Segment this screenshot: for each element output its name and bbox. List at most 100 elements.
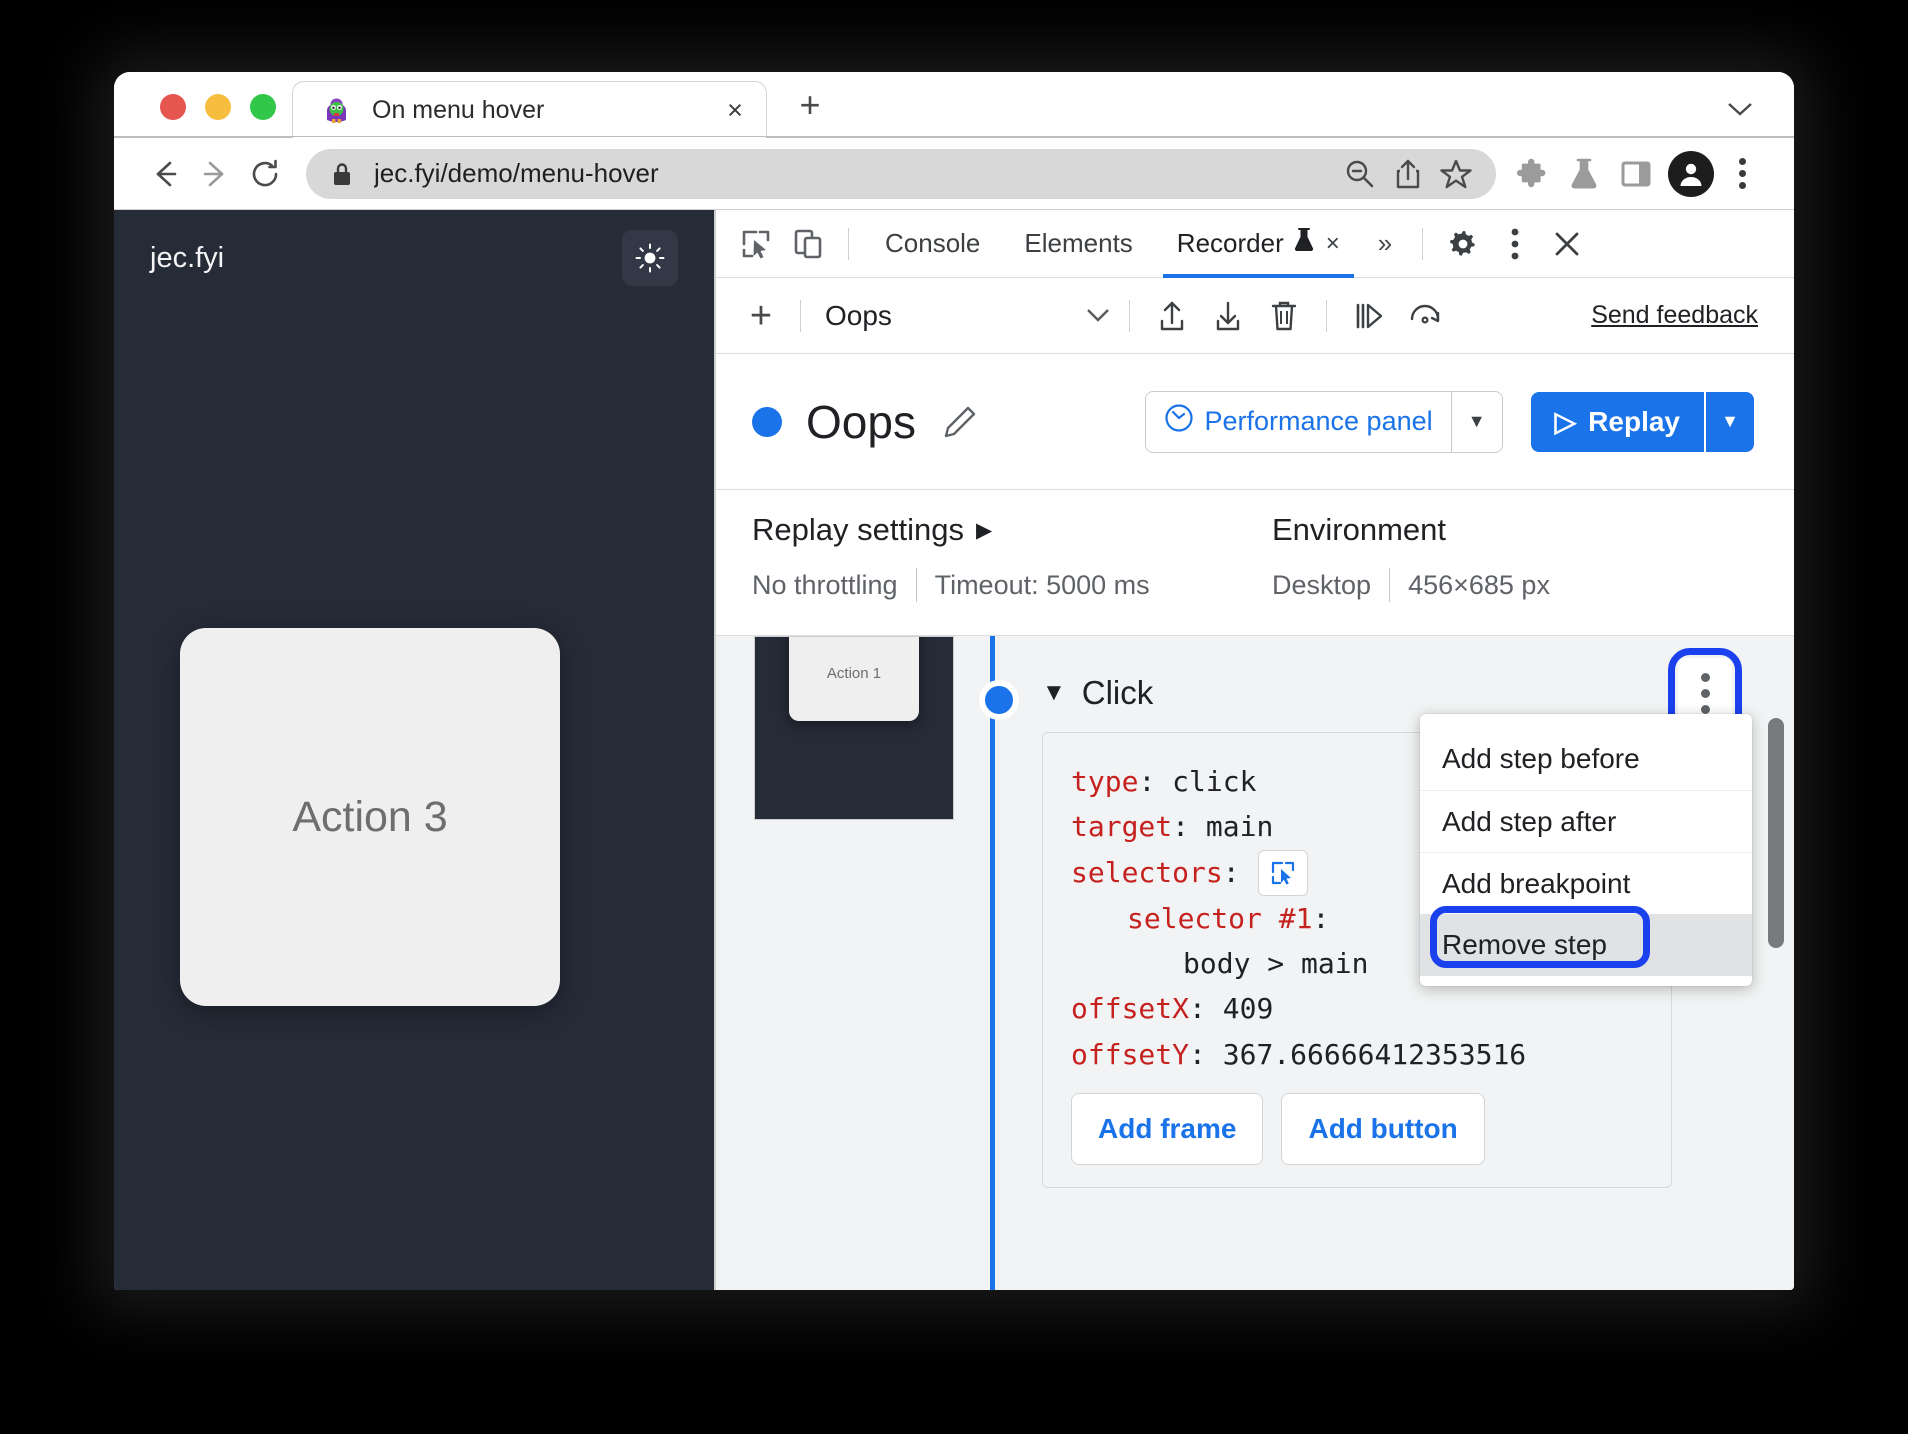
profile-avatar[interactable] xyxy=(1668,150,1714,197)
code-colon-selector1: : xyxy=(1312,901,1330,935)
share-icon[interactable] xyxy=(1384,150,1432,198)
devtools-panel: Console Elements Recorder × » + Oops Sen… xyxy=(714,210,1794,1290)
zoom-out-icon[interactable] xyxy=(1336,150,1384,198)
new-recording-button[interactable]: + xyxy=(736,291,786,341)
device-value: Desktop xyxy=(1272,569,1372,600)
timeline-step-dot[interactable] xyxy=(979,680,1019,720)
step-screenshot-thumbnail[interactable]: Action 1 xyxy=(754,636,954,820)
value-divider-2 xyxy=(1389,568,1391,602)
bookmark-star-icon[interactable] xyxy=(1432,150,1480,198)
environment-values: Desktop 456×685 px xyxy=(1272,568,1550,602)
recording-selector[interactable]: Oops xyxy=(815,300,1115,332)
reload-icon[interactable] xyxy=(240,149,290,199)
recorder-toolbar-divider-2 xyxy=(1129,299,1130,332)
back-arrow-icon[interactable] xyxy=(140,149,190,199)
replay-settings-label: Replay settings xyxy=(752,512,964,547)
recorder-toolbar-divider xyxy=(800,299,801,332)
browser-tab[interactable]: On menu hover × xyxy=(292,81,767,140)
forward-arrow-icon[interactable] xyxy=(190,149,240,199)
extensions-puzzle-icon[interactable] xyxy=(1506,148,1558,200)
inspect-element-icon[interactable] xyxy=(730,218,782,270)
menu-item-add-step-before[interactable]: Add step before xyxy=(1420,728,1752,790)
code-key-selectors: selectors xyxy=(1071,856,1223,890)
export-icon[interactable] xyxy=(1144,290,1200,342)
code-key-offsetx: offsetX xyxy=(1071,992,1190,1026)
menu-item-add-breakpoint[interactable]: Add breakpoint xyxy=(1420,852,1752,914)
recording-status-dot xyxy=(752,406,782,437)
code-key-offsety: offsetY xyxy=(1071,1037,1190,1071)
step-header[interactable]: ▼ Click xyxy=(1018,636,1774,712)
close-window-button[interactable] xyxy=(160,94,186,120)
import-icon[interactable] xyxy=(1200,290,1256,342)
performance-panel-button[interactable]: Performance panel xyxy=(1146,392,1450,452)
menu-item-remove-step[interactable]: Remove step xyxy=(1420,914,1752,976)
add-frame-button[interactable]: Add frame xyxy=(1071,1093,1264,1165)
sun-icon[interactable] xyxy=(622,230,678,286)
add-button-button[interactable]: Add button xyxy=(1281,1093,1485,1165)
lock-icon xyxy=(330,160,354,188)
maximize-window-button[interactable] xyxy=(250,94,276,120)
value-divider xyxy=(915,568,917,602)
devtools-overflow-icon[interactable]: » xyxy=(1362,228,1408,259)
selector-picker-icon[interactable] xyxy=(1257,849,1308,896)
pencil-icon[interactable] xyxy=(938,400,982,444)
device-toolbar-icon[interactable] xyxy=(782,218,834,270)
step-over-icon[interactable] xyxy=(1341,290,1397,342)
performance-dropdown-arrow-icon[interactable]: ▼ xyxy=(1452,392,1502,452)
code-line-offsetx: offsetX: 409 xyxy=(1071,986,1643,1031)
action-3-button[interactable]: Action 3 xyxy=(180,628,560,1006)
step-expand-caret-icon[interactable]: ▼ xyxy=(1042,681,1066,705)
close-recorder-tab-button[interactable]: × xyxy=(1326,230,1340,258)
close-tab-button[interactable]: × xyxy=(718,93,752,127)
tab-search-chevron-icon[interactable] xyxy=(1726,97,1754,124)
menu-item-add-step-before-label: Add step before xyxy=(1442,743,1640,774)
side-panel-icon[interactable] xyxy=(1610,148,1662,200)
replay-again-icon[interactable] xyxy=(1397,290,1453,342)
tab-recorder-label: Recorder xyxy=(1176,228,1284,258)
replay-dropdown-arrow-icon[interactable]: ▼ xyxy=(1706,392,1754,452)
more-vertical-icon[interactable] xyxy=(1489,218,1541,270)
menu-item-remove-step-label: Remove step xyxy=(1442,929,1607,960)
puffin-favicon-icon xyxy=(323,97,350,124)
browser-window: On menu hover × + jec.fyi/demo/menu-hove… xyxy=(114,72,1794,1290)
recording-header: Oops Performance panel ▼ ▷ Replay ▼ xyxy=(716,354,1794,490)
browser-menu-icon[interactable] xyxy=(1720,149,1764,199)
code-colon-target: : xyxy=(1172,810,1206,844)
window-body: jec.fyi Action 3 Console Elements Record… xyxy=(114,210,1794,1290)
url-omnibox[interactable]: jec.fyi/demo/menu-hover xyxy=(306,148,1496,199)
experiments-flask-icon[interactable] xyxy=(1558,148,1610,200)
send-feedback-link[interactable]: Send feedback xyxy=(1591,301,1758,330)
environment-label-row: Environment xyxy=(1272,512,1550,548)
tab-elements[interactable]: Elements xyxy=(1002,210,1154,278)
replay-button[interactable]: ▷ Replay xyxy=(1531,392,1704,452)
tab-recorder[interactable]: Recorder × xyxy=(1155,210,1362,278)
gear-icon[interactable] xyxy=(1437,218,1489,270)
code-key-type: type xyxy=(1071,765,1139,798)
tab-console[interactable]: Console xyxy=(863,210,1002,278)
minimize-window-button[interactable] xyxy=(205,94,231,120)
close-devtools-icon[interactable] xyxy=(1541,218,1593,270)
browser-tab-title: On menu hover xyxy=(372,95,545,124)
code-value-type: click xyxy=(1172,765,1257,798)
new-tab-button[interactable]: + xyxy=(789,84,831,126)
tab-strip: On menu hover × + xyxy=(114,72,1794,140)
steps-area: Action 1 ▼ Click type: click target: m… xyxy=(716,636,1794,1290)
flask-icon xyxy=(1293,227,1315,260)
recording-title: Oops xyxy=(806,395,916,448)
menu-item-add-step-after[interactable]: Add step after xyxy=(1420,790,1752,852)
step-screenshot-rail: Action 1 xyxy=(716,636,966,1290)
replay-settings-group: Replay settings ▶ No throttling Timeout:… xyxy=(752,512,1272,635)
step-title: Click xyxy=(1081,674,1154,711)
code-value-offsety: 367.66666412353516 xyxy=(1222,1037,1527,1071)
step-panel: ▼ Click type: click target: main selecto… xyxy=(1018,636,1794,1290)
replay-settings-toggle[interactable]: Replay settings ▶ xyxy=(752,512,1272,548)
code-colon-offsetx: : xyxy=(1189,992,1223,1026)
chevron-right-icon: ▶ xyxy=(975,518,993,542)
replay-button-label: Replay xyxy=(1588,405,1680,437)
steps-scrollbar-thumb[interactable] xyxy=(1768,718,1784,948)
delete-trash-icon[interactable] xyxy=(1256,290,1312,342)
code-colon-offsety: : xyxy=(1189,1037,1223,1071)
window-traffic-lights xyxy=(114,94,276,138)
environment-label: Environment xyxy=(1272,512,1447,547)
page-header: jec.fyi xyxy=(114,210,714,306)
